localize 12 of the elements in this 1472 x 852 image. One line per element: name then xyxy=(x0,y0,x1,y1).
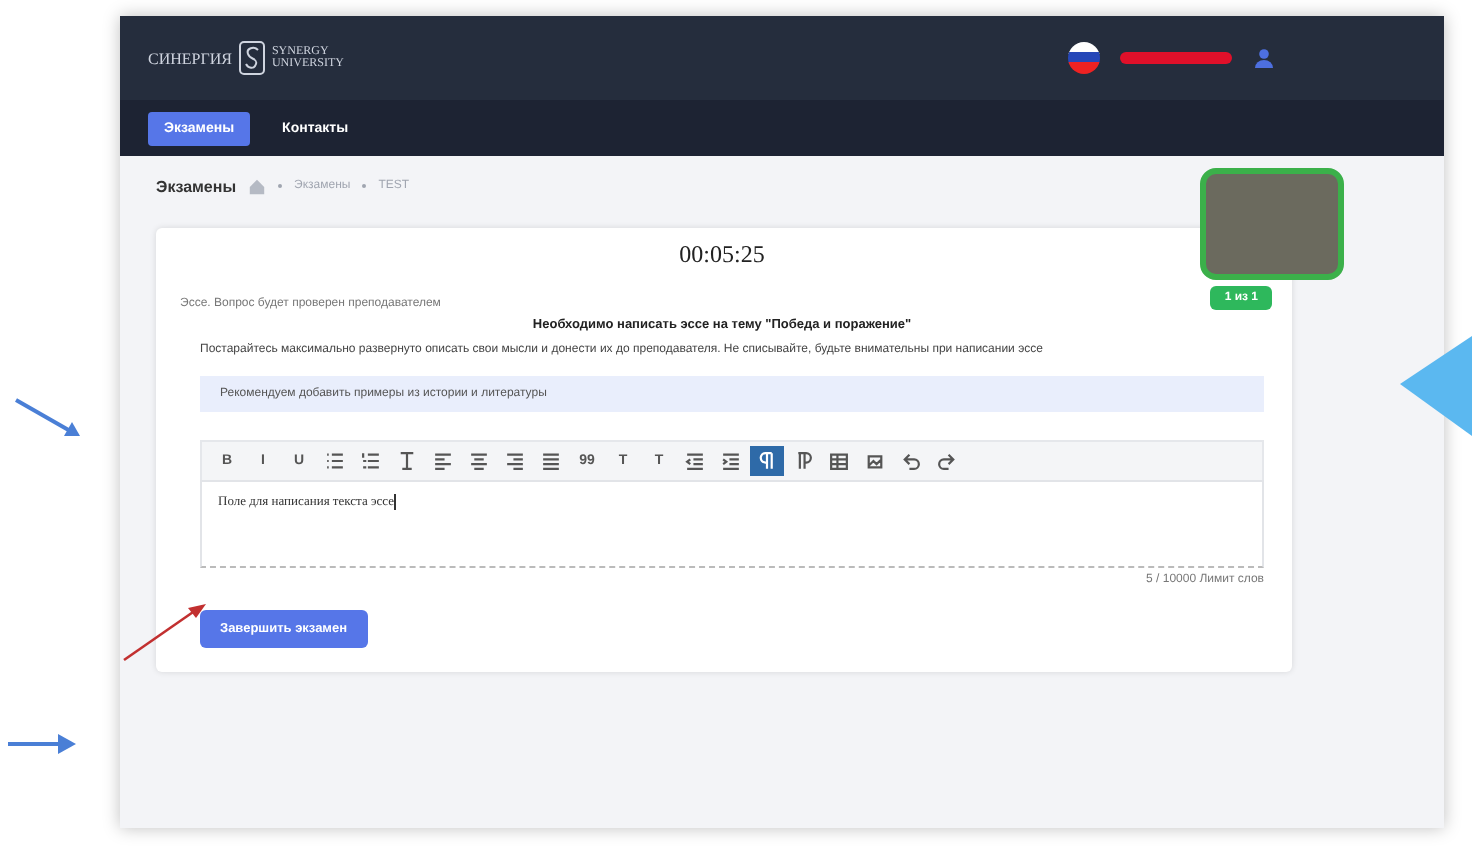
flag-icon[interactable] xyxy=(1068,42,1100,74)
redacted-username xyxy=(1120,52,1232,64)
pilcrow-icon[interactable] xyxy=(750,446,784,476)
arrow-drawing xyxy=(1400,336,1472,436)
separator-dot xyxy=(278,184,283,188)
timer: 00:05:25 xyxy=(677,240,767,270)
arrow-drawing xyxy=(120,600,208,664)
separator-dot xyxy=(362,184,367,188)
arrow-drawing xyxy=(8,732,76,756)
webcam-photo-placeholder xyxy=(1200,168,1344,280)
page-title: Экзамены xyxy=(156,177,237,195)
user-icon[interactable] xyxy=(1252,46,1276,70)
